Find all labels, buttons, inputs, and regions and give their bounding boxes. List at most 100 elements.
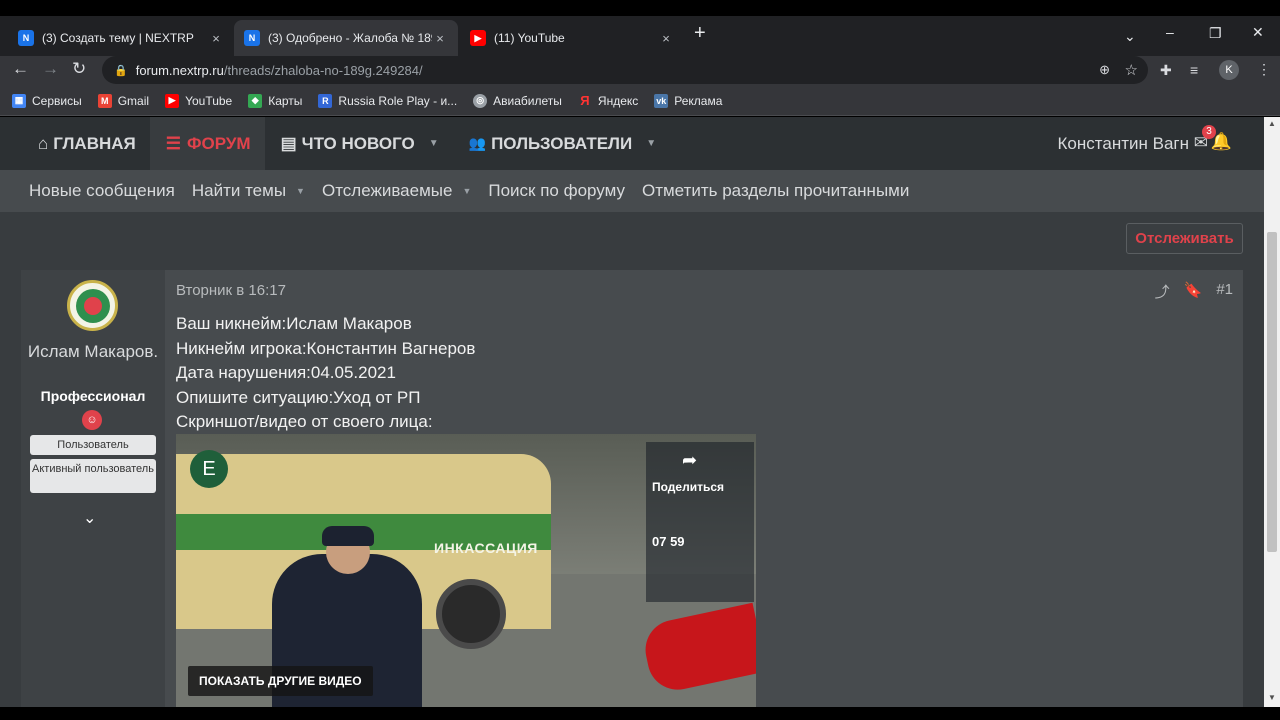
users-icon: 👥 (468, 135, 487, 151)
channel-avatar[interactable]: E (190, 450, 228, 488)
watch-thread-button[interactable]: Отслеживать (1126, 223, 1243, 254)
url-host: forum.nextrp.ru (135, 62, 224, 78)
globe-icon: ◎ (473, 93, 488, 108)
bookmark-gmail[interactable]: M Gmail (97, 93, 150, 108)
minimize-icon[interactable]: – (1166, 24, 1174, 40)
bookmark-label: Gmail (117, 93, 150, 108)
youtube-icon: ▶ (165, 93, 180, 108)
scroll-down-icon[interactable]: ▼ (1268, 693, 1276, 702)
tab-search-icon[interactable]: ⌄ (1124, 28, 1136, 45)
post-line: Никнейм игрока:Константин Вагнеров (176, 338, 476, 358)
nav-home[interactable]: ⌂ ГЛАВНАЯ (0, 117, 150, 170)
close-icon[interactable]: × (208, 31, 224, 46)
scrollbar-thumb[interactable] (1267, 232, 1277, 552)
close-icon[interactable]: × (432, 31, 448, 46)
bookmark-label: Авиабилеты (493, 93, 562, 108)
bookmark-ads[interactable]: vk Реклама (654, 93, 723, 108)
extensions-icon[interactable]: ✚ (1160, 62, 1172, 79)
apps-icon: ▦ (12, 93, 26, 108)
tab-title: (3) Одобрено - Жалоба № 189G (268, 31, 432, 45)
nav-search-forums[interactable]: Поиск по форуму (488, 181, 625, 201)
nav-forum[interactable]: ☰ ФОРУМ (149, 117, 265, 170)
bookmark-label: YouTube (185, 93, 233, 108)
subnav-label: Отслеживаемые (321, 181, 453, 200)
window-close-icon[interactable]: ✕ (1252, 24, 1264, 41)
post-author-sidebar: Ислам Макаров. Профессионал ☺ Пользовате… (21, 270, 165, 707)
bookmarks-bar: ▦ Сервисы M Gmail ▶ YouTube ◆ Карты R Russia … (0, 86, 1280, 116)
back-icon[interactable]: ← (12, 59, 29, 79)
menu-icon[interactable]: ⋮ (1257, 61, 1271, 78)
address-bar-row: ← → ↻ 🔒 forum.nextrp.ru /threads/zhaloba… (0, 56, 1280, 86)
post-number[interactable]: #1 (1216, 281, 1233, 302)
media-icon[interactable]: ≡ (1190, 62, 1198, 78)
nav-watched[interactable]: Отслеживаемые ▼ (322, 181, 471, 201)
post-body: Ваш никнейм:Ислам Макаров Никнейм игрока… (176, 312, 475, 435)
close-icon[interactable]: × (658, 31, 674, 46)
author-title: Профессионал (40, 388, 146, 404)
hud-clock: 07 59 (652, 534, 685, 549)
nav-find-threads[interactable]: Найти темы ▼ (192, 181, 305, 201)
chevron-down-icon[interactable]: ▼ (296, 186, 305, 196)
user-banner: Активный пользователь (30, 459, 156, 493)
tab-title: (11) YouTube (494, 31, 565, 45)
nav-users[interactable]: 👥 ПОЛЬЗОВАТЕЛИ ▼ (453, 117, 670, 170)
maps-icon: ◆ (248, 93, 263, 108)
secondary-nav: Новые сообщения Найти темы ▼ Отслеживаемы… (0, 170, 1264, 212)
new-tab-button[interactable]: + (694, 22, 706, 45)
scrollbar[interactable]: ▲ ▼ (1264, 117, 1280, 707)
bookmark-youtube[interactable]: ▶ YouTube (165, 93, 233, 108)
nav-whats-new[interactable]: ▤ ЧТО НОВОГО ▼ (265, 117, 453, 170)
chevron-down-icon[interactable]: ▼ (646, 138, 656, 149)
chevron-down-icon[interactable]: ▼ (429, 138, 439, 149)
bookmark-label: Russia Role Play - и... (338, 93, 458, 108)
post-line: Опишите ситуацию:Уход от РП (176, 387, 421, 407)
share-label[interactable]: Поделиться (652, 480, 724, 494)
tab-create-topic[interactable]: N (3) Создать тему | NEXTRP × (8, 20, 234, 56)
bookmark-maps[interactable]: ◆ Карты (248, 93, 303, 108)
nav-mark-read[interactable]: Отметить разделы прочитанными (642, 181, 909, 201)
screen-bottom-border (0, 707, 1280, 720)
star-icon[interactable]: ☆ (1125, 61, 1138, 79)
screen-top-border (0, 0, 1280, 16)
account-name[interactable]: Константин Вагн (1058, 134, 1189, 154)
post-date[interactable]: Вторник в 16:17 (176, 282, 286, 299)
forward-icon[interactable]: → (42, 59, 59, 79)
lock-icon: 🔒 (114, 64, 128, 77)
tab-complaint[interactable]: N (3) Одобрено - Жалоба № 189G × (234, 20, 458, 56)
embedded-video[interactable]: ИНКАССАЦИЯ 07 59 E ➦ Поделиться ПОКАЗАТЬ… (176, 434, 756, 707)
bookmark-icon[interactable]: 🔖 (1184, 281, 1203, 302)
avatar[interactable] (67, 280, 118, 331)
subnav-label: Найти темы (191, 181, 287, 200)
user-badge-icon: ☺ (82, 410, 102, 430)
subnav-label: Новые сообщения (29, 181, 175, 200)
bookmark-label: Реклама (674, 93, 723, 108)
share-icon[interactable]: ⤴ (1155, 281, 1170, 302)
url-input[interactable]: 🔒 forum.nextrp.ru /threads/zhaloba-no-18… (102, 56, 1148, 84)
bookmark-rrp[interactable]: R Russia Role Play - и... (318, 93, 458, 108)
author-name[interactable]: Ислам Макаров. (21, 340, 165, 364)
reload-icon[interactable]: ↻ (72, 59, 86, 79)
bell-icon[interactable]: 🔔 (1211, 132, 1232, 152)
chevron-down-icon[interactable]: ▼ (462, 186, 471, 196)
zoom-icon[interactable]: ⊕ (1099, 62, 1110, 78)
tab-youtube[interactable]: ▶ (11) YouTube × (460, 20, 684, 56)
bookmark-services[interactable]: ▦ Сервисы (12, 93, 82, 108)
scroll-up-icon[interactable]: ▲ (1268, 119, 1276, 128)
bookmark-label: Сервисы (32, 93, 82, 108)
bookmark-label: Карты (268, 93, 303, 108)
bookmark-label: Яндекс (597, 93, 639, 108)
bookmark-flights[interactable]: ◎ Авиабилеты (473, 93, 562, 108)
nav-new-posts[interactable]: Новые сообщения (29, 181, 175, 201)
forum-icon: ☰ (165, 133, 181, 153)
more-videos-button[interactable]: ПОКАЗАТЬ ДРУГИЕ ВИДЕО (188, 666, 373, 696)
share-icon[interactable]: ➦ (682, 450, 697, 471)
chevron-down-icon[interactable]: ⌄ (83, 508, 96, 528)
nextrp-icon: N (18, 30, 34, 46)
profile-avatar[interactable]: K (1219, 60, 1239, 80)
post-line: Ваш никнейм:Ислам Макаров (176, 314, 412, 333)
restore-icon[interactable]: ❐ (1209, 25, 1222, 42)
yandex-icon: Я (580, 93, 590, 108)
bookmark-yandex[interactable]: Я Яндекс (578, 93, 639, 108)
youtube-icon: ▶ (470, 30, 486, 46)
post: Ислам Макаров. Профессионал ☺ Пользовате… (21, 270, 1243, 707)
